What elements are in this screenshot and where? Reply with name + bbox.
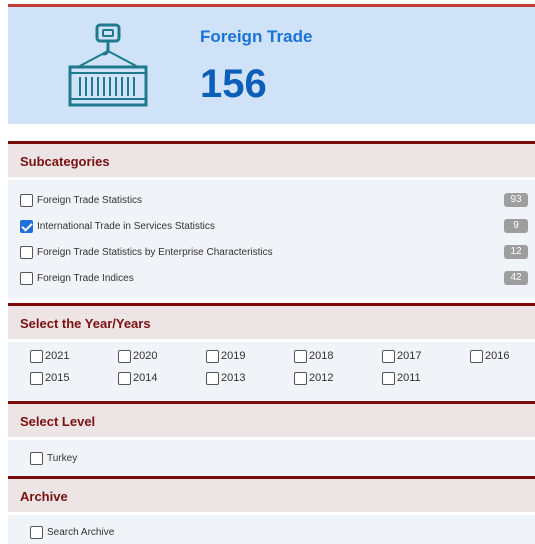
checkbox[interactable] bbox=[118, 371, 131, 385]
year-option-2020[interactable]: 2020 bbox=[118, 348, 157, 364]
category-count: 156 bbox=[200, 62, 267, 106]
archive-label: Search Archive bbox=[47, 526, 115, 538]
count-badge: 12 bbox=[504, 245, 528, 259]
year-label: 2020 bbox=[133, 350, 158, 362]
year-option-2014[interactable]: 2014 bbox=[118, 370, 157, 386]
year-option-2018[interactable]: 2018 bbox=[294, 348, 333, 364]
subcategories-list: Foreign Trade Statistics 93 Internationa… bbox=[8, 180, 535, 298]
year-option-2019[interactable]: 2019 bbox=[206, 348, 245, 364]
archive-option-search-archive[interactable]: Search Archive bbox=[30, 524, 114, 540]
year-label: 2016 bbox=[485, 350, 510, 362]
subcategory-item-enterprise-characteristics[interactable]: Foreign Trade Statistics by Enterprise C… bbox=[20, 244, 273, 260]
years-heading: Select the Year/Years bbox=[8, 303, 535, 339]
checkbox[interactable] bbox=[294, 371, 307, 385]
year-label: 2017 bbox=[397, 350, 422, 362]
category-summary-card: Foreign Trade 156 bbox=[8, 4, 535, 124]
checkbox[interactable] bbox=[382, 371, 395, 385]
level-label: Turkey bbox=[47, 452, 78, 464]
checkbox[interactable] bbox=[294, 349, 307, 363]
level-heading: Select Level bbox=[8, 401, 535, 437]
subcategory-item-foreign-trade-statistics[interactable]: Foreign Trade Statistics bbox=[20, 192, 142, 208]
checkbox[interactable] bbox=[30, 451, 43, 465]
count-badge: 9 bbox=[504, 219, 528, 233]
container-crane-icon bbox=[58, 21, 158, 109]
years-grid: 2021 2020 2019 2018 2017 2016 2015 2014 … bbox=[8, 342, 535, 400]
archive-list: Search Archive bbox=[8, 515, 535, 544]
year-option-2016[interactable]: 2016 bbox=[470, 348, 509, 364]
count-badge: 42 bbox=[504, 271, 528, 285]
checkbox-checked[interactable] bbox=[20, 219, 33, 233]
subcategory-item-foreign-trade-indices[interactable]: Foreign Trade Indices bbox=[20, 270, 134, 286]
subcategory-item-international-trade-services[interactable]: International Trade in Services Statisti… bbox=[20, 218, 215, 234]
year-option-2015[interactable]: 2015 bbox=[30, 370, 69, 386]
subcategory-label: Foreign Trade Statistics bbox=[37, 194, 143, 206]
checkbox[interactable] bbox=[118, 349, 131, 363]
year-label: 2019 bbox=[221, 350, 246, 362]
year-option-2021[interactable]: 2021 bbox=[30, 348, 69, 364]
level-option-turkey[interactable]: Turkey bbox=[30, 450, 77, 466]
category-title: Foreign Trade bbox=[200, 27, 313, 46]
checkbox[interactable] bbox=[30, 525, 43, 539]
subcategory-label: Foreign Trade Statistics by Enterprise C… bbox=[37, 246, 273, 258]
checkbox[interactable] bbox=[30, 371, 43, 385]
checkbox[interactable] bbox=[20, 193, 33, 207]
year-label: 2015 bbox=[45, 372, 70, 384]
year-label: 2013 bbox=[221, 372, 246, 384]
checkbox[interactable] bbox=[20, 271, 33, 285]
level-list: Turkey bbox=[8, 440, 535, 475]
checkbox[interactable] bbox=[470, 349, 483, 363]
year-label: 2021 bbox=[45, 350, 70, 362]
subcategory-label: International Trade in Services Statisti… bbox=[37, 220, 215, 232]
year-label: 2012 bbox=[309, 372, 334, 384]
year-option-2017[interactable]: 2017 bbox=[382, 348, 421, 364]
checkbox[interactable] bbox=[30, 349, 43, 363]
year-label: 2018 bbox=[309, 350, 334, 362]
checkbox[interactable] bbox=[20, 245, 33, 259]
checkbox[interactable] bbox=[382, 349, 395, 363]
subcategory-label: Foreign Trade Indices bbox=[37, 272, 134, 284]
archive-heading: Archive bbox=[8, 476, 535, 512]
year-label: 2011 bbox=[397, 372, 421, 384]
year-option-2012[interactable]: 2012 bbox=[294, 370, 333, 386]
checkbox[interactable] bbox=[206, 349, 219, 363]
year-option-2011[interactable]: 2011 bbox=[382, 370, 421, 386]
subcategories-heading: Subcategories bbox=[8, 141, 535, 177]
checkbox[interactable] bbox=[206, 371, 219, 385]
count-badge: 93 bbox=[504, 193, 528, 207]
year-label: 2014 bbox=[133, 372, 158, 384]
year-option-2013[interactable]: 2013 bbox=[206, 370, 245, 386]
